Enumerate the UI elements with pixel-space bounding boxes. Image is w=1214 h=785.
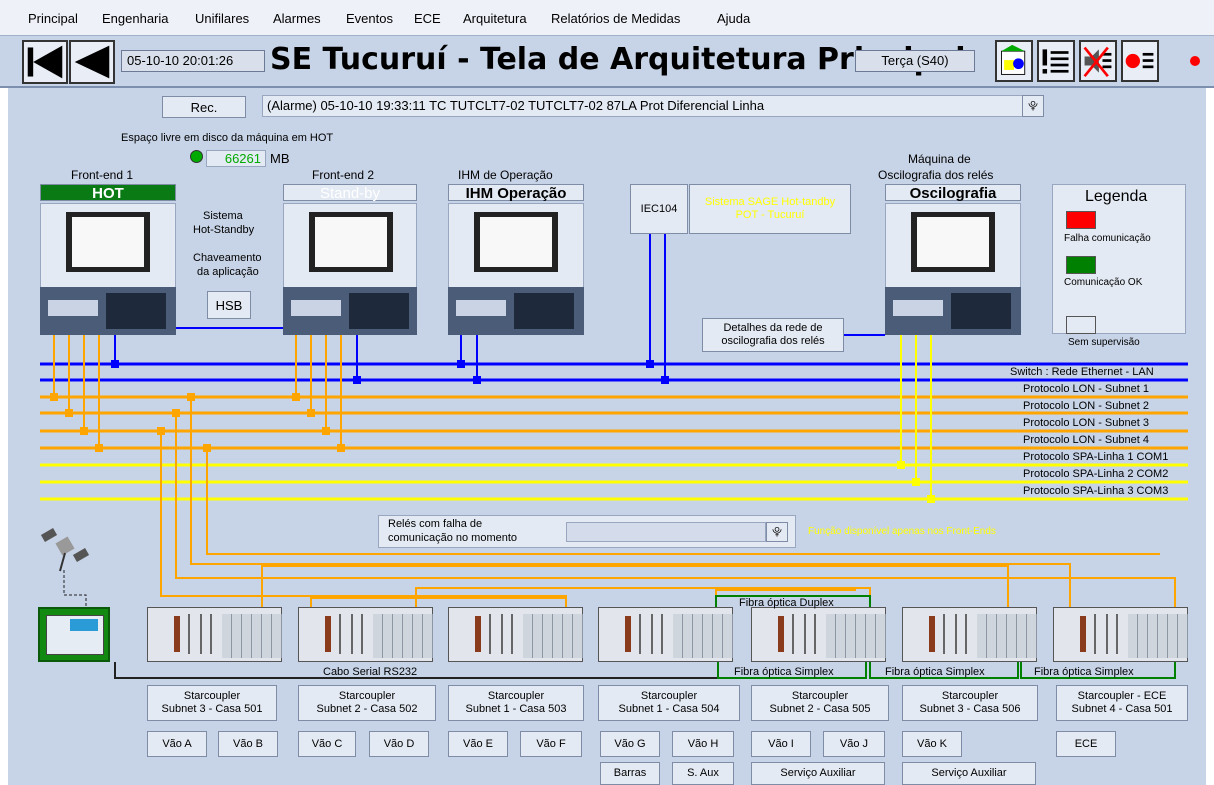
bay-a-button[interactable]: Vão A xyxy=(147,731,207,757)
simplex-label-2: Fibra óptica Simplex xyxy=(885,666,985,678)
s-aux-button[interactable]: S. Aux xyxy=(672,762,734,785)
relay-rack[interactable] xyxy=(902,607,1037,662)
starcoupler-503[interactable]: Starcoupler Subnet 1 - Casa 503 xyxy=(448,685,584,721)
satellite-icon xyxy=(40,528,90,572)
bus-label-spa2: Protocolo SPA-Linha 2 COM2 xyxy=(1023,468,1169,480)
bus-label-lon1: Protocolo LON - Subnet 1 xyxy=(1023,383,1149,395)
servico-auxiliar-1-button[interactable]: Serviço Auxiliar xyxy=(751,762,885,785)
starcoupler-501[interactable]: Starcoupler Subnet 3 - Casa 501 xyxy=(147,685,277,721)
bay-i-button[interactable]: Vão I xyxy=(751,731,811,757)
relay-rack[interactable] xyxy=(598,607,733,662)
starcoupler-title: Starcoupler xyxy=(640,690,698,702)
lon-drops xyxy=(53,335,1176,607)
duplex-label: Fibra óptica Duplex xyxy=(739,597,834,609)
bus-label-lon2: Protocolo LON - Subnet 2 xyxy=(1023,400,1149,412)
bay-b-button[interactable]: Vão B xyxy=(218,731,278,757)
bus-label-spa1: Protocolo SPA-Linha 1 COM1 xyxy=(1023,451,1169,463)
gps-link xyxy=(63,570,87,607)
starcoupler-title: Starcoupler xyxy=(338,690,396,702)
relay-fail-note: Função disponível apenas nos Front-Ends xyxy=(808,526,996,537)
simplex-label-1: Fibra óptica Simplex xyxy=(734,666,834,678)
servico-auxiliar-2-button[interactable]: Serviço Auxiliar xyxy=(902,762,1036,785)
relay-fail-line2: comunicação no momento xyxy=(388,532,518,544)
relay-fail-line1: Relés com falha de xyxy=(388,518,483,530)
relay-fail-dropdown[interactable]: ⯓ xyxy=(766,522,788,542)
bus-label-lon3: Protocolo LON - Subnet 3 xyxy=(1023,417,1149,429)
bay-c-button[interactable]: Vão C xyxy=(298,731,356,757)
bay-f-button[interactable]: Vão F xyxy=(520,731,582,757)
bay-g-button[interactable]: Vão G xyxy=(600,731,660,757)
simplex-label-3: Fibra óptica Simplex xyxy=(1034,666,1134,678)
bus-label-ethernet: Switch : Rede Ethernet - LAN xyxy=(1010,366,1154,378)
gps-clock-device[interactable] xyxy=(38,607,110,662)
bay-d-button[interactable]: Vão D xyxy=(369,731,429,757)
lon-nodes xyxy=(50,393,345,452)
spa-drops xyxy=(900,335,932,499)
relay-rack[interactable] xyxy=(147,607,282,662)
starcoupler-subtitle: Subnet 4 - Casa 501 xyxy=(1071,703,1173,715)
relay-rack[interactable] xyxy=(448,607,583,662)
starcoupler-504[interactable]: Starcoupler Subnet 1 - Casa 504 xyxy=(598,685,740,721)
starcoupler-505[interactable]: Starcoupler Subnet 2 - Casa 505 xyxy=(751,685,889,721)
ece-button[interactable]: ECE xyxy=(1056,731,1116,757)
starcoupler-ece[interactable]: Starcoupler - ECE Subnet 4 - Casa 501 xyxy=(1056,685,1188,721)
relay-rack[interactable] xyxy=(751,607,886,662)
ethernet-drops xyxy=(114,234,885,380)
relay-fail-select[interactable] xyxy=(566,522,766,542)
starcoupler-subtitle: Subnet 2 - Casa 502 xyxy=(316,703,418,715)
starcoupler-subtitle: Subnet 2 - Casa 505 xyxy=(769,703,871,715)
starcoupler-title: Starcoupler xyxy=(487,690,545,702)
starcoupler-subtitle: Subnet 3 - Casa 506 xyxy=(919,703,1021,715)
bay-e-button[interactable]: Vão E xyxy=(448,731,508,757)
bay-h-button[interactable]: Vão H xyxy=(672,731,734,757)
starcoupler-subtitle: Subnet 1 - Casa 504 xyxy=(618,703,720,715)
starcoupler-502[interactable]: Starcoupler Subnet 2 - Casa 502 xyxy=(298,685,436,721)
bay-j-button[interactable]: Vão J xyxy=(823,731,885,757)
bus-label-lon4: Protocolo LON - Subnet 4 xyxy=(1023,434,1149,446)
bus-label-spa3: Protocolo SPA-Linha 3 COM3 xyxy=(1023,485,1169,497)
starcoupler-title: Starcoupler xyxy=(183,690,241,702)
starcoupler-title: Starcoupler - ECE xyxy=(1077,690,1167,702)
relay-rack[interactable] xyxy=(298,607,433,662)
bay-k-button[interactable]: Vão K xyxy=(902,731,962,757)
starcoupler-506[interactable]: Starcoupler Subnet 3 - Casa 506 xyxy=(902,685,1038,721)
starcoupler-subtitle: Subnet 3 - Casa 501 xyxy=(161,703,263,715)
rs232-label: Cabo Serial RS232 xyxy=(323,666,418,678)
relay-rack[interactable] xyxy=(1053,607,1188,662)
barras-button[interactable]: Barras xyxy=(600,762,660,785)
starcoupler-subtitle: Subnet 1 - Casa 503 xyxy=(465,703,567,715)
starcoupler-title: Starcoupler xyxy=(791,690,849,702)
starcoupler-title: Starcoupler xyxy=(941,690,999,702)
chevron-down-icon: ⯓ xyxy=(772,526,782,538)
